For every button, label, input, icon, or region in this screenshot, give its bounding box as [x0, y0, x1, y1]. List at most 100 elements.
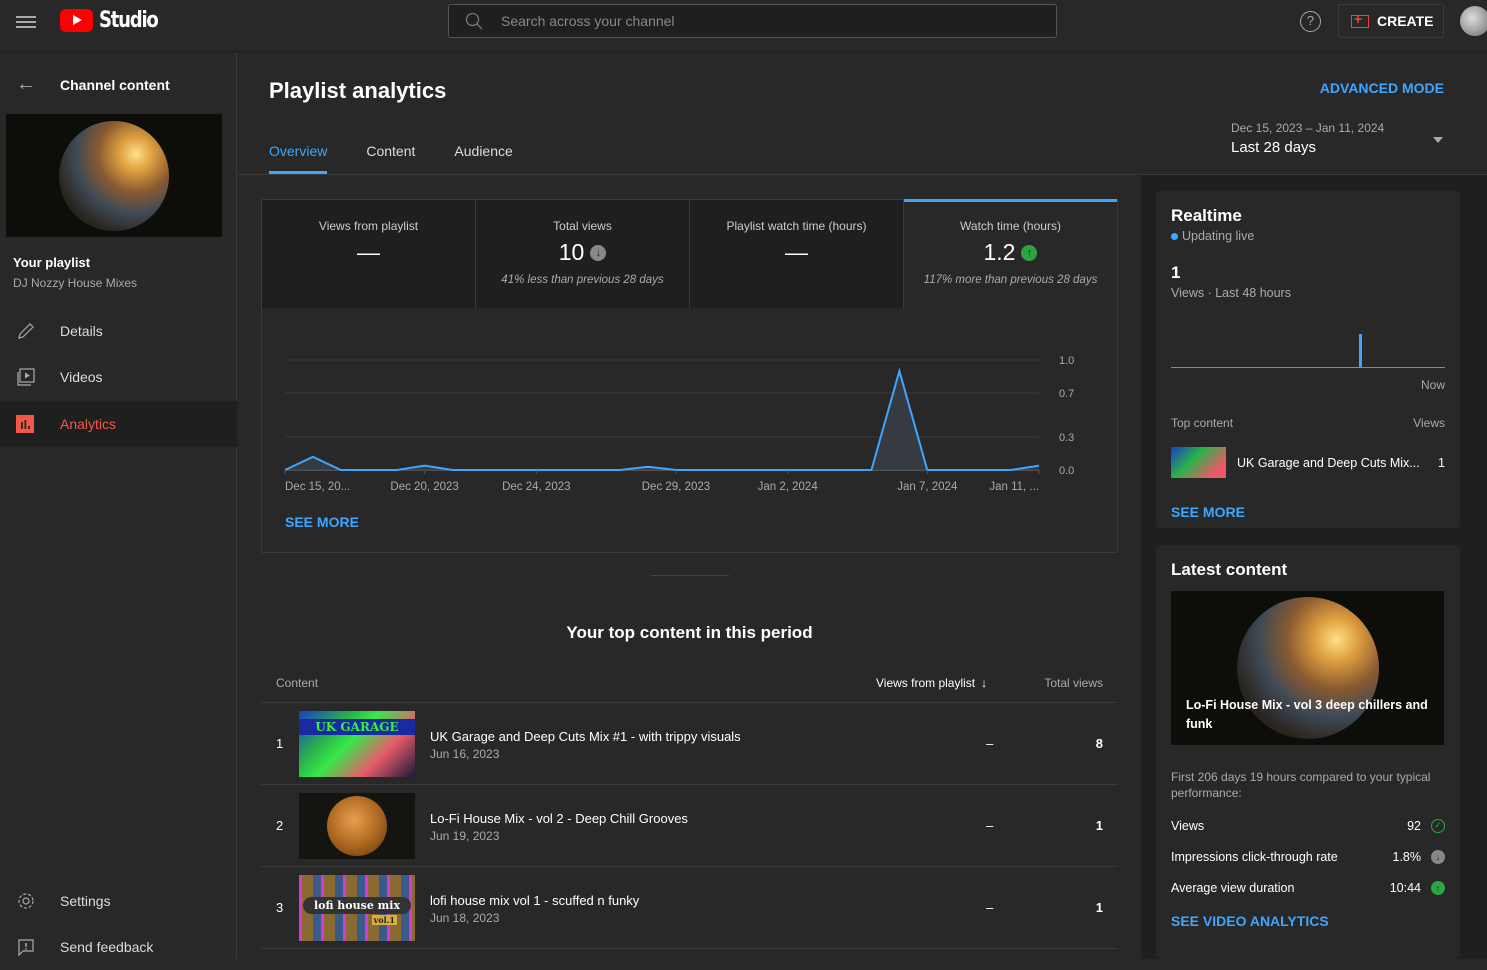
realtime-value: 1	[1171, 263, 1445, 283]
top-item-views: 1	[1438, 456, 1445, 470]
realtime-see-more-link[interactable]: SEE MORE	[1171, 504, 1445, 520]
dropdown-caret-icon	[1433, 137, 1443, 143]
sidebar-item-label: Details	[60, 323, 103, 339]
latest-video-thumbnail[interactable]: Lo-Fi House Mix - vol 3 deep chillers an…	[1171, 591, 1444, 745]
row-rank: 3	[276, 900, 283, 915]
series-line	[285, 371, 1039, 470]
tab-audience[interactable]: Audience	[454, 143, 512, 174]
compare-text: First 206 days 19 hours compared to your…	[1171, 769, 1445, 801]
column-views-from-playlist[interactable]: Views from playlist↓	[876, 676, 987, 690]
views-from-playlist-value: –	[986, 818, 993, 833]
help-icon[interactable]: ?	[1300, 11, 1321, 32]
sidebar-item-label: Analytics	[60, 416, 116, 432]
back-label: Channel content	[60, 77, 170, 93]
y-tick-label: 1.0	[1059, 355, 1074, 367]
tab-content[interactable]: Content	[366, 143, 415, 174]
metric-watch-time[interactable]: Watch time (hours) 1.2↑ 117% more than p…	[904, 200, 1117, 308]
sidebar-item-label: Send feedback	[60, 939, 153, 955]
trend-down-icon: ↓	[590, 245, 606, 261]
date-range-picker[interactable]: Dec 15, 2023 – Jan 11, 2024 Last 28 days	[1231, 121, 1451, 156]
metric-value: —	[785, 239, 808, 266]
x-tick-label: Dec 24, 2023	[502, 481, 570, 493]
stat-views: Views 92 ✓	[1171, 810, 1445, 841]
total-views-value: 8	[1096, 736, 1103, 751]
account-avatar[interactable]	[1460, 6, 1487, 36]
trend-down-icon: ↓	[1431, 850, 1445, 864]
sidebar-item-settings[interactable]: Settings	[0, 878, 237, 924]
see-more-link[interactable]: SEE MORE	[285, 514, 359, 530]
back-to-channel-content[interactable]: ← Channel content	[16, 73, 170, 96]
row-rank: 1	[276, 736, 283, 751]
live-dot-icon	[1171, 233, 1178, 240]
create-button[interactable]: CREATE	[1338, 4, 1444, 38]
table-row[interactable]: 2 Lo-Fi House Mix - vol 2 - Deep Chill G…	[261, 785, 1118, 867]
video-title[interactable]: lofi house mix vol 1 - scuffed n funky	[430, 893, 639, 908]
metric-views-from-playlist[interactable]: Views from playlist —	[262, 200, 476, 308]
stat-label: Impressions click-through rate	[1171, 850, 1393, 864]
row-rank: 2	[276, 818, 283, 833]
see-video-analytics-link[interactable]: SEE VIDEO ANALYTICS	[1171, 913, 1445, 929]
video-thumbnail[interactable]: UK GARAGE	[299, 711, 415, 777]
sidebar-item-label: Videos	[60, 369, 103, 385]
x-tick-label: Jan 2, 2024	[758, 481, 819, 493]
advanced-mode-button[interactable]: ADVANCED MODE	[1320, 80, 1444, 96]
sidebar-item-analytics[interactable]: Analytics	[0, 401, 237, 447]
realtime-bar-chart	[1171, 316, 1445, 368]
thumbnail-subtext: vol.1	[372, 915, 397, 925]
video-thumbnail[interactable]: lofi house mix vol.1	[299, 875, 415, 941]
create-video-icon	[1351, 15, 1369, 28]
sidebar-item-send-feedback[interactable]: Send feedback	[0, 924, 237, 970]
search-box[interactable]	[448, 4, 1057, 38]
total-views-value: 1	[1096, 900, 1103, 915]
realtime-card: Realtime Updating live 1 Views · Last 48…	[1156, 191, 1460, 528]
video-title[interactable]: Lo-Fi House Mix - vol 2 - Deep Chill Gro…	[430, 811, 688, 826]
line-chart-svg: 0.00.30.71.0Dec 15, 20...Dec 20, 2023Dec…	[262, 308, 1119, 508]
y-tick-label: 0.3	[1059, 432, 1074, 444]
create-label: CREATE	[1377, 13, 1434, 29]
thumbnail-text: lofi house mix	[303, 897, 411, 914]
realtime-top-item[interactable]: UK Garage and Deep Cuts Mix... 1	[1171, 447, 1445, 478]
views-column-label: Views	[1413, 416, 1445, 430]
metric-total-views[interactable]: Total views 10↓ 41% less than previous 2…	[476, 200, 690, 308]
gear-icon	[16, 891, 36, 911]
check-circle-icon: ✓	[1431, 819, 1445, 833]
date-range-label: Last 28 days	[1231, 139, 1451, 156]
playlist-title: Your playlist	[13, 255, 90, 270]
x-tick-label: Jan 7, 2024	[897, 481, 958, 493]
date-range-dates: Dec 15, 2023 – Jan 11, 2024	[1231, 121, 1451, 135]
menu-icon[interactable]	[16, 13, 36, 31]
table-row[interactable]: 1 UK GARAGE UK Garage and Deep Cuts Mix …	[261, 703, 1118, 785]
sort-down-icon: ↓	[981, 676, 987, 690]
pencil-icon	[16, 321, 36, 341]
realtime-title: Realtime	[1171, 206, 1445, 226]
trend-up-icon: ↑	[1021, 245, 1037, 261]
realtime-status: Updating live	[1182, 229, 1254, 243]
main-content: Playlist analytics ADVANCED MODE Overvie…	[238, 53, 1487, 959]
column-total-views[interactable]: Total views	[1044, 676, 1103, 690]
trend-up-icon: ↑	[1431, 881, 1445, 895]
x-tick-label: Dec 20, 2023	[390, 481, 458, 493]
stat-value: 10:44	[1390, 881, 1421, 895]
section-divider	[651, 575, 729, 576]
now-label: Now	[1171, 378, 1445, 392]
stat-value: 1.8%	[1393, 850, 1422, 864]
x-tick-label: Dec 29, 2023	[642, 481, 710, 493]
sidebar-item-videos[interactable]: Videos	[0, 354, 237, 400]
studio-logo[interactable]: Studio	[60, 8, 170, 33]
tabs: Overview Content Audience	[269, 143, 552, 174]
tab-overview[interactable]: Overview	[269, 143, 327, 174]
top-app-bar: Studio ? CREATE	[0, 0, 1487, 52]
metric-label: Total views	[476, 219, 689, 233]
table-row[interactable]: 3 lofi house mix vol.1 lofi house mix vo…	[261, 867, 1118, 949]
x-tick-label: Dec 15, 20...	[285, 481, 350, 493]
video-title[interactable]: UK Garage and Deep Cuts Mix #1 - with tr…	[430, 729, 741, 744]
video-date: Jun 19, 2023	[430, 829, 499, 843]
latest-stats: Views 92 ✓ Impressions click-through rat…	[1171, 810, 1445, 903]
metric-playlist-watch-time[interactable]: Playlist watch time (hours) —	[690, 200, 904, 308]
sidebar-item-details[interactable]: Details	[0, 308, 237, 354]
video-thumbnail[interactable]	[299, 793, 415, 859]
realtime-bar[interactable]	[1359, 334, 1362, 367]
search-input[interactable]	[501, 13, 1021, 29]
playlist-thumbnail[interactable]	[6, 114, 222, 237]
metric-tabs: Views from playlist — Total views 10↓ 41…	[262, 200, 1117, 308]
